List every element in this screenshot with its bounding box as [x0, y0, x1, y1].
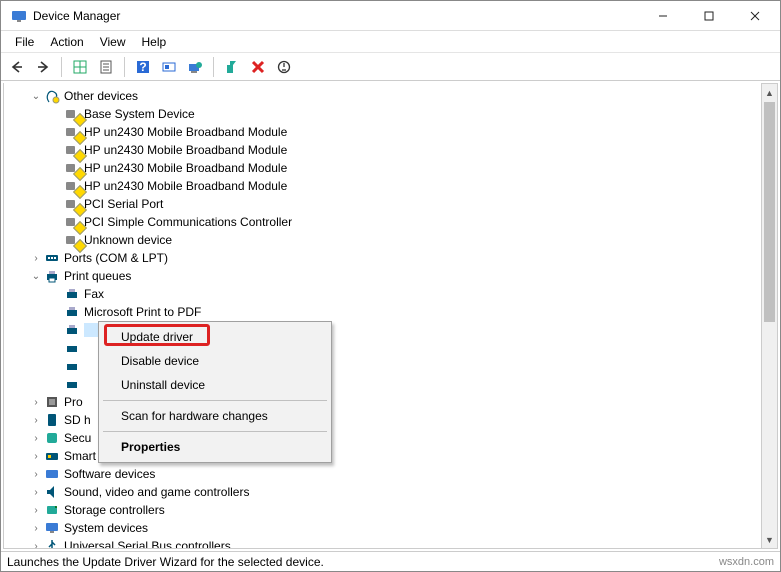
system-icon [44, 520, 60, 536]
close-button[interactable] [732, 1, 778, 31]
chevron-right-icon[interactable]: › [28, 253, 44, 264]
toolbar: ? [1, 53, 780, 81]
properties-button[interactable] [94, 55, 118, 79]
unknown-device-icon [64, 142, 80, 158]
tree-node-software[interactable]: ›Software devices [4, 465, 761, 483]
smartcard-icon [44, 448, 60, 464]
unknown-device-icon [64, 178, 80, 194]
chevron-right-icon[interactable]: › [28, 505, 44, 516]
ctx-uninstall-device[interactable]: Uninstall device [101, 373, 329, 397]
printer-icon [64, 358, 80, 374]
tree-item[interactable]: HP un2430 Mobile Broadband Module [4, 177, 761, 195]
tree-node-print-queues[interactable]: ⌄Print queues [4, 267, 761, 285]
tree-item-fax[interactable]: Fax [4, 285, 761, 303]
tree-node-ports[interactable]: ›Ports (COM & LPT) [4, 249, 761, 267]
usb-icon [44, 538, 60, 549]
chevron-right-icon[interactable]: › [28, 469, 44, 480]
statusbar: Launches the Update Driver Wizard for th… [1, 551, 780, 571]
update-driver-button[interactable] [183, 55, 207, 79]
other-devices-icon [44, 88, 60, 104]
printer-icon [44, 268, 60, 284]
sd-icon [44, 412, 60, 428]
tree-item[interactable]: Base System Device [4, 105, 761, 123]
ctx-disable-device[interactable]: Disable device [101, 349, 329, 373]
ctx-separator [103, 431, 327, 432]
window-title: Device Manager [33, 9, 640, 23]
app-icon [11, 8, 27, 24]
unknown-device-icon [64, 160, 80, 176]
scan-hardware-button[interactable] [157, 55, 181, 79]
scroll-up-button[interactable]: ▲ [762, 84, 777, 101]
tree-item[interactable]: HP un2430 Mobile Broadband Module [4, 123, 761, 141]
chip-icon [44, 394, 60, 410]
ctx-properties[interactable]: Properties [101, 435, 329, 459]
tree-item[interactable]: HP un2430 Mobile Broadband Module [4, 159, 761, 177]
security-icon [44, 430, 60, 446]
back-button[interactable] [5, 55, 29, 79]
tree-node-storage[interactable]: ›Storage controllers [4, 501, 761, 519]
software-icon [44, 466, 60, 482]
scroll-thumb[interactable] [764, 102, 775, 322]
chevron-right-icon[interactable]: › [28, 433, 44, 444]
forward-button[interactable] [31, 55, 55, 79]
chevron-right-icon[interactable]: › [28, 397, 44, 408]
printer-icon [64, 340, 80, 356]
toolbar-separator [61, 57, 62, 77]
printer-icon [64, 376, 80, 392]
uninstall-device-button[interactable] [246, 55, 270, 79]
ports-icon [44, 250, 60, 266]
menu-view[interactable]: View [92, 33, 134, 51]
help-button[interactable]: ? [131, 55, 155, 79]
tree-item[interactable]: Unknown device [4, 231, 761, 249]
status-text: Launches the Update Driver Wizard for th… [7, 555, 324, 569]
tree-item[interactable]: PCI Simple Communications Controller [4, 213, 761, 231]
ctx-scan-hardware[interactable]: Scan for hardware changes [101, 404, 329, 428]
show-hide-console-button[interactable] [68, 55, 92, 79]
enable-device-button[interactable] [220, 55, 244, 79]
maximize-button[interactable] [686, 1, 732, 31]
tree-node-other-devices[interactable]: ⌄Other devices [4, 87, 761, 105]
ctx-separator [103, 400, 327, 401]
tree-node-sound[interactable]: ›Sound, video and game controllers [4, 483, 761, 501]
disable-device-button[interactable] [272, 55, 296, 79]
sound-icon [44, 484, 60, 500]
tree-item-print-pdf[interactable]: Microsoft Print to PDF [4, 303, 761, 321]
device-tree[interactable]: ⌄Other devices Base System Device HP un2… [3, 83, 762, 549]
printer-icon [64, 304, 80, 320]
tree-item[interactable]: PCI Serial Port [4, 195, 761, 213]
unknown-device-icon [64, 124, 80, 140]
unknown-device-icon [64, 196, 80, 212]
toolbar-separator [213, 57, 214, 77]
tree-node-system[interactable]: ›System devices [4, 519, 761, 537]
chevron-down-icon[interactable]: ⌄ [28, 271, 44, 282]
menu-action[interactable]: Action [42, 33, 91, 51]
tree-item[interactable]: HP un2430 Mobile Broadband Module [4, 141, 761, 159]
ctx-update-driver[interactable]: Update driver [101, 325, 329, 349]
chevron-right-icon[interactable]: › [28, 487, 44, 498]
titlebar: Device Manager [1, 1, 780, 31]
storage-icon [44, 502, 60, 518]
context-menu: Update driver Disable device Uninstall d… [98, 321, 332, 463]
chevron-down-icon[interactable]: ⌄ [28, 91, 44, 102]
watermark: wsxdn.com [719, 556, 774, 568]
chevron-right-icon[interactable]: › [28, 523, 44, 534]
unknown-device-icon [64, 214, 80, 230]
scroll-down-button[interactable]: ▼ [762, 531, 777, 548]
menu-file[interactable]: File [7, 33, 42, 51]
vertical-scrollbar[interactable]: ▲ ▼ [762, 83, 778, 549]
unknown-device-icon [64, 232, 80, 248]
svg-text:?: ? [139, 60, 146, 74]
chevron-right-icon[interactable]: › [28, 451, 44, 462]
printer-icon [64, 286, 80, 302]
chevron-right-icon[interactable]: › [28, 541, 44, 550]
printer-icon [64, 322, 80, 338]
minimize-button[interactable] [640, 1, 686, 31]
menu-help[interactable]: Help [134, 33, 175, 51]
menubar: File Action View Help [1, 31, 780, 53]
unknown-device-icon [64, 106, 80, 122]
chevron-right-icon[interactable]: › [28, 415, 44, 426]
tree-node-usb[interactable]: ›Universal Serial Bus controllers [4, 537, 761, 549]
toolbar-separator [124, 57, 125, 77]
